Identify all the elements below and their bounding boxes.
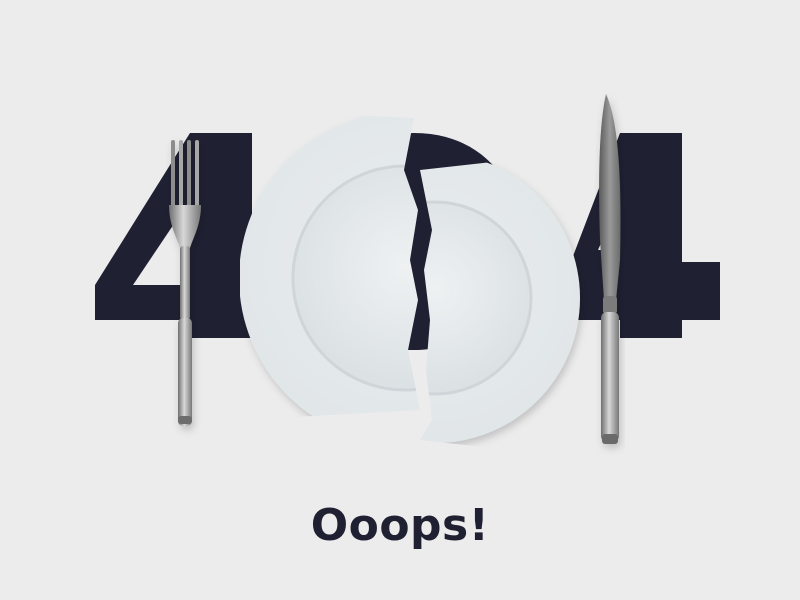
knife-icon [599,94,621,444]
error-page: 404 [0,0,800,600]
error-message: Ooops! [310,500,490,551]
digit-four-right [562,133,720,338]
